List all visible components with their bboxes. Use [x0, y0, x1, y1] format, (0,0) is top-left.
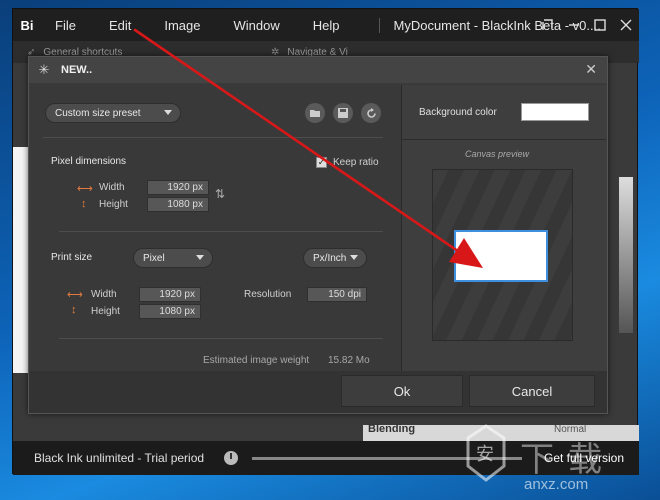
ok-button[interactable]: Ok — [341, 375, 463, 407]
title-bar: Bi File Edit Image Window Help MyDocumen… — [13, 9, 639, 41]
dialog-title: NEW.. — [61, 64, 93, 76]
blend-mode-value[interactable]: Normal — [554, 424, 586, 435]
pixel-width-input[interactable]: 1920 px — [147, 180, 209, 195]
pixel-dimensions-label: Pixel dimensions — [51, 156, 127, 167]
canvas-area-edge — [13, 147, 29, 373]
chevron-down-icon — [164, 110, 172, 115]
height-arrow-icon: ↕ — [81, 198, 87, 210]
pixel-width-label: Width — [99, 182, 125, 193]
blending-label: Blending — [368, 423, 416, 435]
background-color-swatch[interactable] — [521, 103, 589, 121]
background-color-label: Background color — [419, 107, 497, 118]
resolution-unit-dropdown[interactable]: Px/Inch — [303, 248, 367, 268]
restore-icon[interactable] — [535, 9, 561, 41]
menu-help[interactable]: Help — [299, 18, 359, 33]
cancel-button[interactable]: Cancel — [469, 375, 595, 407]
size-preset-dropdown[interactable]: Custom size preset — [45, 103, 181, 123]
divider — [402, 139, 606, 140]
refresh-icon[interactable] — [361, 103, 381, 123]
print-height-input[interactable]: 1080 px — [139, 304, 201, 319]
size-preset-value: Custom size preset — [55, 107, 141, 119]
keep-ratio-label: Keep ratio — [333, 157, 379, 168]
app-logo: Bi — [20, 17, 34, 33]
print-unit-dropdown[interactable]: Pixel — [133, 248, 213, 268]
print-size-label: Print size — [51, 252, 93, 263]
minimize-icon[interactable] — [561, 9, 587, 41]
trial-progress-track — [252, 456, 522, 460]
print-height-label: Height — [91, 306, 120, 317]
canvas-preview-label: Canvas preview — [465, 149, 530, 159]
resolution-unit-value: Px/Inch — [313, 252, 347, 264]
chevron-down-icon — [350, 255, 358, 260]
print-unit-value: Pixel — [143, 252, 165, 264]
resolution-input[interactable]: 150 dpi — [307, 287, 367, 302]
height-arrow-icon: ↕ — [71, 304, 77, 316]
menu-edit[interactable]: Edit — [95, 18, 150, 33]
divider — [59, 231, 383, 232]
divider — [43, 137, 383, 138]
open-folder-icon[interactable] — [305, 103, 325, 123]
canvas-preview-document — [454, 230, 548, 282]
timer-icon — [224, 451, 238, 465]
chevron-down-icon — [196, 255, 204, 260]
save-preset-icon[interactable] — [333, 103, 353, 123]
estimated-weight-label: Estimated image weight — [203, 355, 310, 366]
get-full-version-link[interactable]: Get full version — [544, 451, 624, 465]
pixel-height-input[interactable]: 1080 px — [147, 197, 209, 212]
menu-file[interactable]: File — [41, 18, 95, 33]
new-document-dialog: ✳ NEW.. ✕ Custom size preset Pixel dimen… — [28, 56, 608, 414]
status-bar: Black Ink unlimited - Trial period Get f… — [13, 441, 639, 475]
menu-image[interactable]: Image — [150, 18, 219, 33]
print-width-label: Width — [91, 289, 117, 300]
dialog-header: ✳ NEW.. ✕ — [29, 57, 607, 83]
estimated-weight-value: 15.82 Mo — [328, 355, 370, 366]
width-arrow-icon: ⟷ — [77, 183, 93, 195]
menu-window[interactable]: Window — [220, 18, 299, 33]
maximize-icon[interactable] — [587, 9, 613, 41]
width-arrow-icon: ⟷ — [67, 289, 83, 301]
print-width-input[interactable]: 1920 px — [139, 287, 201, 302]
trial-text: Black Ink unlimited - Trial period — [34, 451, 205, 465]
watermark-domain: anxz.com — [524, 476, 589, 493]
close-window-icon[interactable] — [613, 9, 639, 41]
color-slider[interactable] — [619, 177, 633, 333]
resolution-label: Resolution — [244, 289, 292, 300]
pixel-height-label: Height — [99, 199, 128, 210]
divider — [59, 338, 383, 339]
keep-ratio-checkbox[interactable]: ✓ — [316, 157, 327, 168]
dialog-close-icon[interactable]: ✕ — [585, 61, 597, 78]
window-controls — [535, 9, 639, 41]
size-settings-panel — [31, 85, 401, 371]
swap-dimensions-icon[interactable]: ⇅ — [215, 187, 225, 201]
new-star-icon: ✳ — [38, 62, 50, 77]
